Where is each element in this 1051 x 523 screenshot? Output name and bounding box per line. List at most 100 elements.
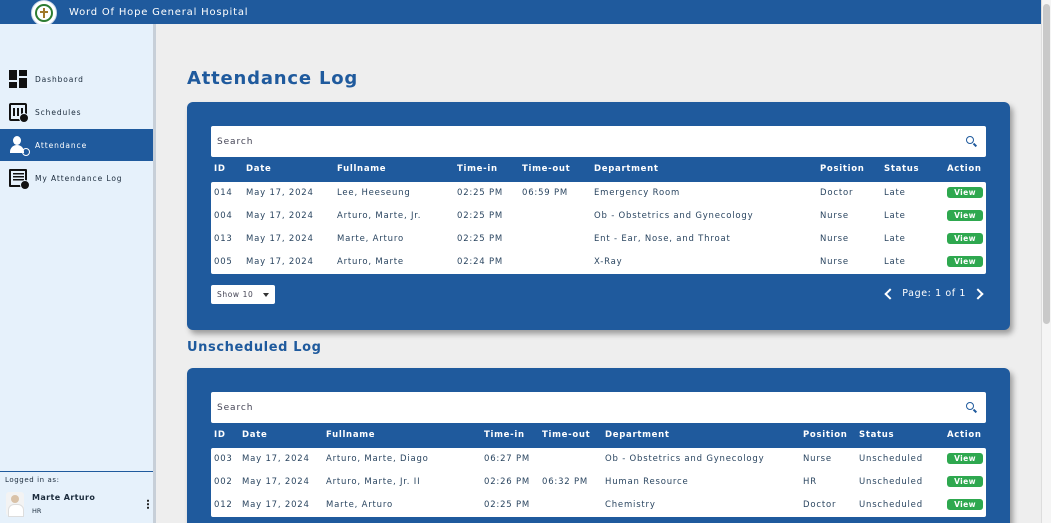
chevron-left-icon[interactable] (884, 287, 896, 300)
cell-department: Ob - Obstetrics and Gynecology (605, 454, 765, 464)
sidebar-item-schedules[interactable]: Schedules (0, 96, 153, 128)
cell-fullname: Arturo, Marte, Diago (326, 454, 429, 464)
rows-per-page-select[interactable]: Show 10 (211, 285, 275, 304)
cell-time-in: 06:27 PM (484, 454, 531, 464)
person-check-icon (9, 136, 30, 156)
sidebar-item-label: Schedules (35, 107, 82, 117)
cell-date: May 17, 2024 (242, 454, 310, 464)
attendance-table-header: ID Date Fullname Time-in Time-out Depart… (211, 164, 986, 180)
unscheduled-search-input[interactable] (217, 402, 966, 413)
sidebar-item-label: My Attendance Log (35, 173, 123, 183)
search-icon[interactable] (966, 401, 978, 414)
column-header-department: Department (605, 430, 670, 440)
unscheduled-panel: ID Date Fullname Time-in Time-out Depart… (187, 368, 1010, 523)
table-row: 003 May 17, 2024 Arturo, Marte, Diago 06… (211, 448, 986, 471)
view-button[interactable]: View (947, 210, 983, 221)
cell-date: May 17, 2024 (246, 234, 314, 244)
user-role: HR (32, 507, 42, 515)
column-header-date: Date (242, 430, 268, 440)
cell-date: May 17, 2024 (246, 188, 314, 198)
cell-position: Nurse (803, 454, 832, 464)
table-row: 004 May 17, 2024 Arturo, Marte, Jr. 02:2… (211, 205, 986, 228)
cell-fullname: Arturo, Marte, Jr. II (326, 477, 421, 487)
unscheduled-table-header: ID Date Fullname Time-in Time-out Depart… (211, 430, 986, 446)
cell-position: Doctor (820, 188, 854, 198)
attendance-search-input[interactable] (217, 136, 966, 147)
more-options-icon[interactable] (147, 499, 149, 509)
rows-per-page-value: Show 10 (217, 290, 254, 299)
column-header-status: Status (859, 430, 895, 440)
view-button[interactable]: View (947, 187, 983, 198)
column-header-id: ID (214, 430, 226, 440)
view-button[interactable]: View (947, 256, 983, 267)
app-title: Word Of Hope General Hospital (69, 6, 249, 18)
cell-department: Chemistry (605, 500, 656, 510)
cell-time-in: 02:26 PM (484, 477, 531, 487)
attendance-table-body: 014 May 17, 2024 Lee, Heeseung 02:25 PM … (211, 182, 986, 274)
page-scrollbar[interactable] (1041, 0, 1051, 523)
view-button[interactable]: View (947, 233, 983, 244)
cell-time-in: 02:25 PM (484, 500, 531, 510)
calendar-clock-icon (9, 103, 29, 123)
cell-position: Nurse (820, 211, 849, 221)
cell-id: 014 (214, 188, 233, 198)
section-title-unscheduled: Unscheduled Log (187, 340, 322, 355)
cell-position: HR (803, 477, 817, 487)
cell-status: Late (884, 188, 906, 198)
cell-date: May 17, 2024 (246, 211, 314, 221)
dashboard-icon (9, 70, 27, 88)
page-title: Attendance Log (187, 68, 359, 89)
attendance-panel: ID Date Fullname Time-in Time-out Depart… (187, 102, 1010, 330)
cell-date: May 17, 2024 (242, 477, 310, 487)
scrollbar-thumb[interactable] (1043, 4, 1050, 324)
cell-fullname: Marte, Arturo (326, 500, 393, 510)
sidebar: Dashboard Schedules Attendance My Attend… (0, 24, 156, 523)
cell-department: X-Ray (594, 257, 623, 267)
column-header-time-in: Time-in (457, 164, 498, 174)
column-header-id: ID (214, 164, 226, 174)
cell-time-in: 02:25 PM (457, 188, 504, 198)
cell-time-out: 06:59 PM (522, 188, 569, 198)
table-row: 013 May 17, 2024 Marte, Arturo 02:25 PM … (211, 228, 986, 251)
view-button[interactable]: View (947, 499, 983, 510)
column-header-action: Action (947, 164, 982, 174)
cell-fullname: Marte, Arturo (337, 234, 404, 244)
cell-time-out: 06:32 PM (542, 477, 589, 487)
cell-department: Emergency Room (594, 188, 681, 198)
column-header-time-out: Time-out (542, 430, 591, 440)
sidebar-item-dashboard[interactable]: Dashboard (0, 63, 153, 95)
cell-fullname: Arturo, Marte, Jr. (337, 211, 422, 221)
unscheduled-search-bar[interactable] (211, 392, 986, 423)
sidebar-item-my-attendance-log[interactable]: My Attendance Log (0, 162, 153, 194)
top-bar: Word Of Hope General Hospital (0, 0, 1041, 26)
user-name: Marte Arturo (32, 493, 96, 502)
view-button[interactable]: View (947, 476, 983, 487)
column-header-time-out: Time-out (522, 164, 571, 174)
column-header-action: Action (947, 430, 982, 440)
cell-position: Nurse (820, 257, 849, 267)
cell-date: May 17, 2024 (242, 500, 310, 510)
view-button[interactable]: View (947, 453, 983, 464)
log-clock-icon (9, 169, 30, 190)
unscheduled-table-body: 003 May 17, 2024 Arturo, Marte, Diago 06… (211, 448, 986, 517)
cell-id: 012 (214, 500, 233, 510)
search-icon[interactable] (966, 135, 978, 148)
attendance-search-bar[interactable] (211, 126, 986, 157)
cell-id: 005 (214, 257, 233, 267)
logged-in-label: Logged in as: (5, 476, 60, 484)
sidebar-item-label: Attendance (35, 140, 88, 150)
column-header-position: Position (803, 430, 848, 440)
sidebar-item-label: Dashboard (35, 74, 84, 84)
cell-time-in: 02:25 PM (457, 234, 504, 244)
cell-id: 013 (214, 234, 233, 244)
cell-id: 002 (214, 477, 233, 487)
cell-fullname: Arturo, Marte (337, 257, 404, 267)
logged-in-panel: Logged in as: Marte Arturo HR (0, 471, 153, 523)
table-row: 012 May 17, 2024 Marte, Arturo 02:25 PM … (211, 494, 986, 517)
page-indicator: Page: 1 of 1 (902, 288, 966, 299)
cell-id: 003 (214, 454, 233, 464)
chevron-right-icon[interactable] (972, 287, 984, 300)
cell-position: Nurse (820, 234, 849, 244)
sidebar-item-attendance[interactable]: Attendance (0, 129, 153, 161)
column-header-date: Date (246, 164, 272, 174)
